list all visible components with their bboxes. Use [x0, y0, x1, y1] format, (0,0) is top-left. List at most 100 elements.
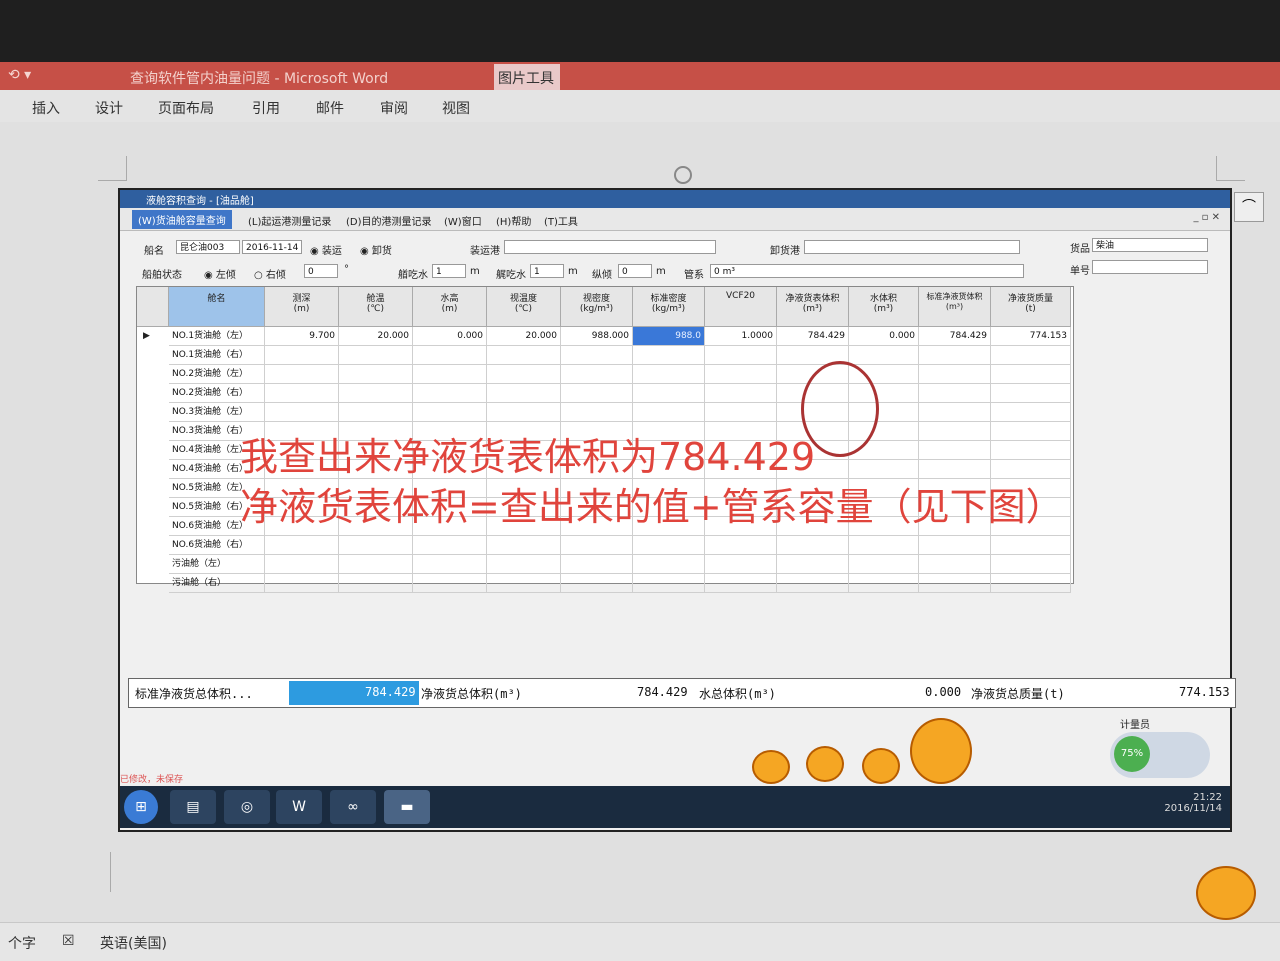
table-cell[interactable]	[339, 536, 413, 555]
table-cell[interactable]	[561, 536, 633, 555]
table-cell[interactable]	[849, 346, 919, 365]
table-cell[interactable]	[991, 555, 1071, 574]
table-cell[interactable]: 0.000	[849, 327, 919, 346]
table-cell[interactable]	[849, 536, 919, 555]
taskbar-app-icon[interactable]: ▬	[384, 790, 430, 824]
tank-name-cell[interactable]: NO.2货油舱（左）	[169, 365, 265, 384]
layout-options-icon[interactable]: ⌒	[1234, 192, 1264, 222]
table-cell[interactable]	[991, 365, 1071, 384]
col-header-water-volume[interactable]: 水体积 (m³)	[849, 287, 919, 327]
table-cell[interactable]	[633, 574, 705, 593]
table-cell[interactable]	[339, 384, 413, 403]
word-count[interactable]: 个字	[8, 933, 36, 953]
table-cell[interactable]: 784.429	[919, 327, 991, 346]
table-cell[interactable]	[919, 536, 991, 555]
ship-name-field[interactable]: 昆仑油003	[176, 240, 240, 254]
table-cell[interactable]	[705, 555, 777, 574]
table-cell[interactable]	[991, 422, 1071, 441]
tab-mailings[interactable]: 邮件	[316, 98, 344, 118]
table-cell[interactable]	[413, 574, 487, 593]
table-cell[interactable]	[919, 555, 991, 574]
product-select[interactable]: 柴油	[1092, 238, 1208, 252]
col-header-obs-temp[interactable]: 视温度 (℃)	[487, 287, 561, 327]
table-cell[interactable]	[849, 574, 919, 593]
table-cell[interactable]	[991, 384, 1071, 403]
table-cell[interactable]	[919, 365, 991, 384]
col-header-vcf20[interactable]: VCF20	[705, 287, 777, 327]
tank-name-cell[interactable]: 污油舱（右）	[169, 574, 265, 593]
table-cell[interactable]	[561, 555, 633, 574]
table-cell[interactable]: 9.700	[265, 327, 339, 346]
performance-meter[interactable]: 75%	[1110, 732, 1210, 778]
table-cell[interactable]	[705, 384, 777, 403]
table-cell[interactable]	[705, 346, 777, 365]
system-tray[interactable]: 21:22 2016/11/14	[1164, 792, 1222, 814]
taskbar-visual-studio-icon[interactable]: ∞	[330, 790, 376, 824]
table-cell[interactable]	[413, 365, 487, 384]
table-cell[interactable]: 988.0	[633, 327, 705, 346]
col-header-net-volume[interactable]: 净液货表体积 (m³)	[777, 287, 849, 327]
table-cell[interactable]	[705, 365, 777, 384]
tank-name-cell[interactable]: NO.1货油舱（右）	[169, 346, 265, 365]
table-cell[interactable]	[777, 536, 849, 555]
tank-name-cell[interactable]: NO.6货油舱（右）	[169, 536, 265, 555]
table-cell[interactable]	[561, 384, 633, 403]
tank-name-cell[interactable]: NO.3货油舱（左）	[169, 403, 265, 422]
table-cell[interactable]	[265, 555, 339, 574]
table-cell[interactable]: 20.000	[487, 327, 561, 346]
menu-item-load-port[interactable]: (L)起运港测量记录	[248, 213, 331, 228]
table-cell[interactable]	[487, 346, 561, 365]
col-header-std-net-volume[interactable]: 标准净液货体积 (m³)	[919, 287, 991, 327]
table-cell[interactable]	[777, 555, 849, 574]
table-cell[interactable]	[339, 574, 413, 593]
window-controls[interactable]: _ ▫ ✕	[1193, 212, 1220, 223]
col-header-tank-temp[interactable]: 舱温 (℃)	[339, 287, 413, 327]
table-cell[interactable]	[487, 365, 561, 384]
table-cell[interactable]	[919, 384, 991, 403]
trim-field[interactable]: 0	[618, 264, 652, 278]
load-port-field[interactable]	[504, 240, 716, 254]
tab-review[interactable]: 审阅	[380, 98, 408, 118]
menu-item-tank-query[interactable]: (W)货油舱容量查询	[132, 210, 232, 229]
aft-draft-field[interactable]: 1	[530, 264, 564, 278]
table-cell[interactable]	[919, 441, 991, 460]
unload-port-field[interactable]	[804, 240, 1020, 254]
menu-item-help[interactable]: (H)帮助	[496, 213, 531, 228]
table-cell[interactable]	[705, 574, 777, 593]
table-cell[interactable]	[991, 346, 1071, 365]
menu-item-dest-port[interactable]: (D)目的港测量记录	[346, 213, 432, 228]
start-button[interactable]: ⊞	[124, 790, 158, 824]
table-cell[interactable]	[413, 346, 487, 365]
table-cell[interactable]	[265, 384, 339, 403]
table-cell[interactable]	[705, 536, 777, 555]
table-cell[interactable]	[849, 555, 919, 574]
col-header-net-mass[interactable]: 净液货质量 (t)	[991, 287, 1071, 327]
table-cell[interactable]	[919, 574, 991, 593]
table-cell[interactable]	[339, 346, 413, 365]
table-cell[interactable]: 784.429	[777, 327, 849, 346]
table-cell[interactable]	[339, 365, 413, 384]
table-cell[interactable]	[991, 536, 1071, 555]
tank-name-cell[interactable]: 污油舱（左）	[169, 555, 265, 574]
menu-item-tools[interactable]: (T)工具	[544, 213, 578, 228]
col-header-tank[interactable]: 舱名	[169, 287, 265, 327]
table-cell[interactable]	[561, 365, 633, 384]
table-cell[interactable]	[561, 574, 633, 593]
tab-view[interactable]: 视图	[442, 98, 470, 118]
table-cell[interactable]	[487, 555, 561, 574]
rotate-handle-icon[interactable]	[674, 166, 692, 184]
radio-unload[interactable]: ◉ 卸货	[360, 242, 392, 257]
table-cell[interactable]	[991, 403, 1071, 422]
table-cell[interactable]	[919, 346, 991, 365]
table-cell[interactable]	[633, 555, 705, 574]
table-cell[interactable]	[919, 403, 991, 422]
table-cell[interactable]: 1.0000	[705, 327, 777, 346]
taskbar-explorer-icon[interactable]: ▤	[170, 790, 216, 824]
radio-right-heel[interactable]: ○ 右倾	[254, 266, 286, 281]
proofing-icon[interactable]: ☒	[62, 933, 75, 949]
table-cell[interactable]	[561, 346, 633, 365]
table-cell[interactable]: 774.153	[991, 327, 1071, 346]
radio-left-heel[interactable]: ◉ 左倾	[204, 266, 236, 281]
table-cell[interactable]	[633, 384, 705, 403]
table-cell[interactable]	[339, 403, 413, 422]
